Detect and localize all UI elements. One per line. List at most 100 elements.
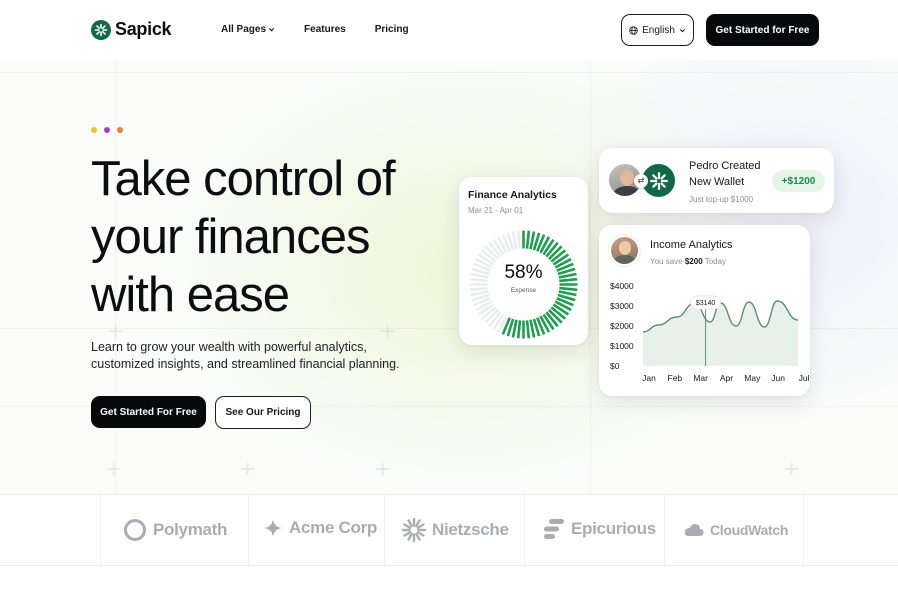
hero-title-line: your finances	[91, 210, 370, 264]
hero-title: Take control of your finances with ease	[91, 150, 471, 324]
plus-decoration-icon: +	[240, 454, 256, 484]
logo-name: Epicurious	[571, 519, 656, 538]
gauge-tick-filled	[516, 320, 522, 339]
plus-decoration-icon: +	[784, 454, 800, 484]
hero-subtitle: Learn to grow your wealth with powerful …	[91, 339, 431, 373]
main-nav: All Pages Features Pricing	[221, 24, 409, 35]
plus-decoration-icon: +	[375, 454, 391, 484]
x-tick-label: Jun	[771, 373, 785, 383]
x-tick-label: Jul	[799, 373, 810, 383]
cloud-icon	[684, 523, 704, 537]
savings-amount: $200	[684, 257, 703, 266]
wallet-card-title: Pedro Created New Wallet	[689, 158, 769, 190]
logo-name: Polymath	[153, 520, 228, 539]
hero-title-line: with ease	[91, 268, 290, 322]
x-tick-label: Feb	[668, 373, 683, 383]
finance-analytics-card: Finance Analytics Mar 21 - Apr 01 58% Ex…	[459, 177, 588, 345]
brand-logo[interactable]: Sapick	[91, 19, 172, 40]
gauge-tick-filled	[525, 230, 531, 249]
savings-prefix: You save	[650, 257, 683, 266]
nav-features-label: Features	[304, 24, 346, 35]
divider	[803, 495, 804, 567]
sparkle-icon	[263, 518, 283, 538]
grid-line	[590, 60, 591, 494]
gauge-tick-empty	[516, 230, 522, 249]
hero-title-line: Take control of	[91, 152, 396, 206]
globe-icon	[629, 25, 638, 35]
chevron-down-icon	[268, 28, 275, 32]
x-tick-label: Apr	[720, 373, 733, 383]
income-analytics-card: Income Analytics You save $200 Today $40…	[599, 225, 810, 396]
logo-name: Nietzsche	[432, 520, 509, 539]
gauge-tick-empty	[511, 231, 518, 250]
chevron-down-icon	[679, 28, 685, 32]
partner-logos-strip: Polymath Acme Corp Nietzsche Epicurious …	[0, 494, 898, 567]
get-started-button[interactable]: Get Started For Free	[91, 396, 206, 428]
language-selector[interactable]: English	[621, 14, 694, 46]
nav-all-pages-label: All Pages	[221, 24, 267, 35]
site-header: Sapick All Pages Features Pricing Englis…	[0, 0, 898, 60]
logo-name: Acme Corp	[289, 518, 377, 537]
income-card-savings: You save $200 Today	[650, 257, 726, 266]
expense-caption: Expense	[510, 287, 537, 294]
y-tick-label: $2000	[610, 321, 634, 331]
gauge-tick-filled	[529, 231, 536, 250]
wallet-card-title-line: New Wallet	[689, 176, 745, 188]
x-tick-label: Mar	[693, 373, 708, 383]
language-label: English	[642, 24, 675, 36]
logo-epicurious: Epicurious	[543, 518, 656, 540]
nav-pricing-label: Pricing	[374, 24, 409, 35]
accent-dot	[91, 127, 97, 133]
income-area-chart: $4000 $3000 $2000 $1000 $0 Jan Feb Mar Apr May Jun…	[610, 281, 810, 383]
avatar	[609, 235, 640, 266]
nav-all-pages[interactable]: All Pages	[221, 24, 275, 35]
swap-icon: ⇄	[634, 174, 648, 188]
see-pricing-button[interactable]: See Our Pricing	[215, 396, 311, 429]
divider	[100, 495, 101, 567]
accent-dots	[91, 127, 123, 133]
sunburst-icon	[402, 518, 426, 542]
y-tick-label: $3000	[610, 301, 634, 311]
stack-icon	[543, 518, 565, 540]
area-fill	[643, 301, 798, 366]
logo-cloudwatch: CloudWatch	[684, 522, 788, 538]
x-tick-label: Jan	[642, 373, 656, 383]
gauge-tick-filled	[511, 319, 518, 338]
y-tick-label: $4000	[610, 281, 634, 291]
hero-subtitle-line: customized insights, and streamlined fin…	[91, 357, 400, 371]
highlight-value: $3140	[696, 300, 716, 307]
grid-line	[0, 72, 898, 73]
y-tick-label: $0	[610, 361, 620, 371]
gauge-tick-filled	[525, 320, 531, 339]
ring-icon	[123, 518, 147, 542]
gauge-tick-filled	[529, 319, 536, 338]
hero-subtitle-line: Learn to grow your wealth with powerful …	[91, 340, 367, 354]
expense-donut-chart	[469, 230, 578, 339]
wallet-amount-badge: +$1200	[772, 170, 825, 192]
logo-polymath: Polymath	[123, 518, 227, 542]
divider	[384, 495, 385, 567]
y-tick-label: $1000	[610, 341, 634, 351]
finance-card-date-range: Mar 21 - Apr 01	[468, 206, 524, 215]
x-tick-label: May	[744, 373, 761, 383]
accent-dot	[104, 127, 110, 133]
wallet-card-title-line: Pedro Created	[689, 160, 761, 172]
logo-name: CloudWatch	[710, 522, 789, 538]
divider	[524, 495, 525, 567]
plus-decoration-icon: +	[106, 454, 122, 484]
income-card-title: Income Analytics	[650, 239, 733, 251]
divider	[248, 495, 249, 567]
get-started-header-button[interactable]: Get Started for Free	[706, 14, 819, 46]
nav-features[interactable]: Features	[304, 24, 346, 35]
expense-percent: 58%	[504, 262, 543, 283]
wallet-notification-card: ⇄ Pedro Created New Wallet Just top-up $…	[599, 148, 834, 213]
divider	[664, 495, 665, 567]
finance-card-title: Finance Analytics	[468, 189, 557, 201]
accent-dot	[117, 127, 123, 133]
savings-suffix: Today	[704, 257, 727, 266]
nav-pricing[interactable]: Pricing	[375, 24, 409, 35]
wallet-card-subtitle: Just top-up $1000	[689, 195, 754, 204]
logo-acme-corp: Acme Corp	[263, 518, 377, 538]
sapick-logo-icon	[91, 19, 111, 40]
logo-nietzsche: Nietzsche	[402, 518, 509, 542]
